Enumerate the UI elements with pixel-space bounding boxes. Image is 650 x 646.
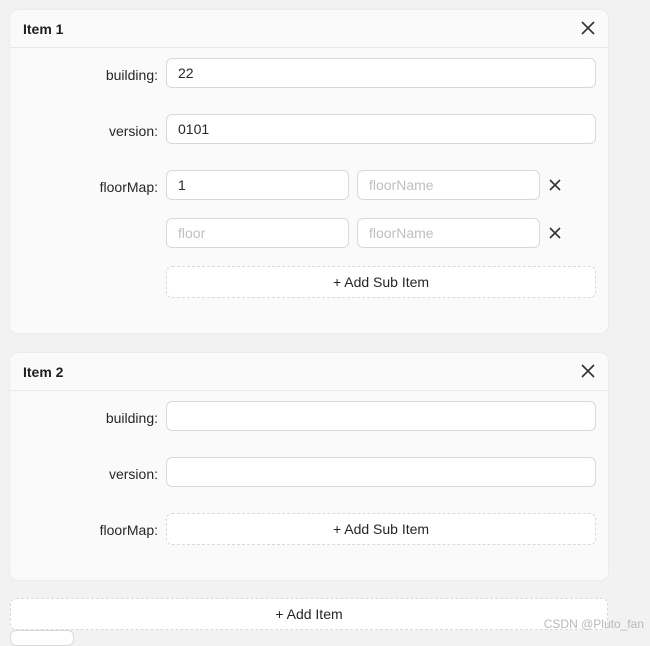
building-input[interactable] (166, 401, 596, 431)
close-icon[interactable] (580, 363, 596, 379)
watermark: CSDN @Pluto_fan (543, 617, 644, 631)
item-card-1: Item 1 building: version: floorMap: + Ad… (10, 10, 608, 333)
remove-row-icon[interactable] (548, 178, 562, 192)
floormap-label: floorMap: (99, 179, 158, 195)
floormap-label: floorMap: (99, 522, 158, 538)
version-label: version: (108, 466, 158, 482)
floorname-input[interactable] (357, 170, 540, 200)
remove-row-icon[interactable] (548, 226, 562, 240)
version-input[interactable] (166, 114, 596, 144)
building-input[interactable] (166, 58, 596, 88)
add-sub-item-button[interactable]: + Add Sub Item (166, 266, 596, 298)
close-icon[interactable] (580, 20, 596, 36)
item-title: Item 2 (23, 364, 64, 380)
partial-button[interactable] (10, 630, 74, 646)
floorname-input[interactable] (357, 218, 540, 248)
item-card-header: Item 2 (10, 353, 608, 391)
item-title: Item 1 (23, 21, 64, 37)
add-item-button[interactable]: + Add Item (10, 598, 608, 630)
building-label: building: (105, 67, 158, 83)
floor-input[interactable] (166, 218, 349, 248)
item-card-2: Item 2 building: version: floorMap: + Ad… (10, 353, 608, 580)
floor-input[interactable] (166, 170, 349, 200)
building-label: building: (105, 410, 158, 426)
add-sub-item-button[interactable]: + Add Sub Item (166, 513, 596, 545)
version-label: version: (108, 123, 158, 139)
version-input[interactable] (166, 457, 596, 487)
item-card-header: Item 1 (10, 10, 608, 48)
